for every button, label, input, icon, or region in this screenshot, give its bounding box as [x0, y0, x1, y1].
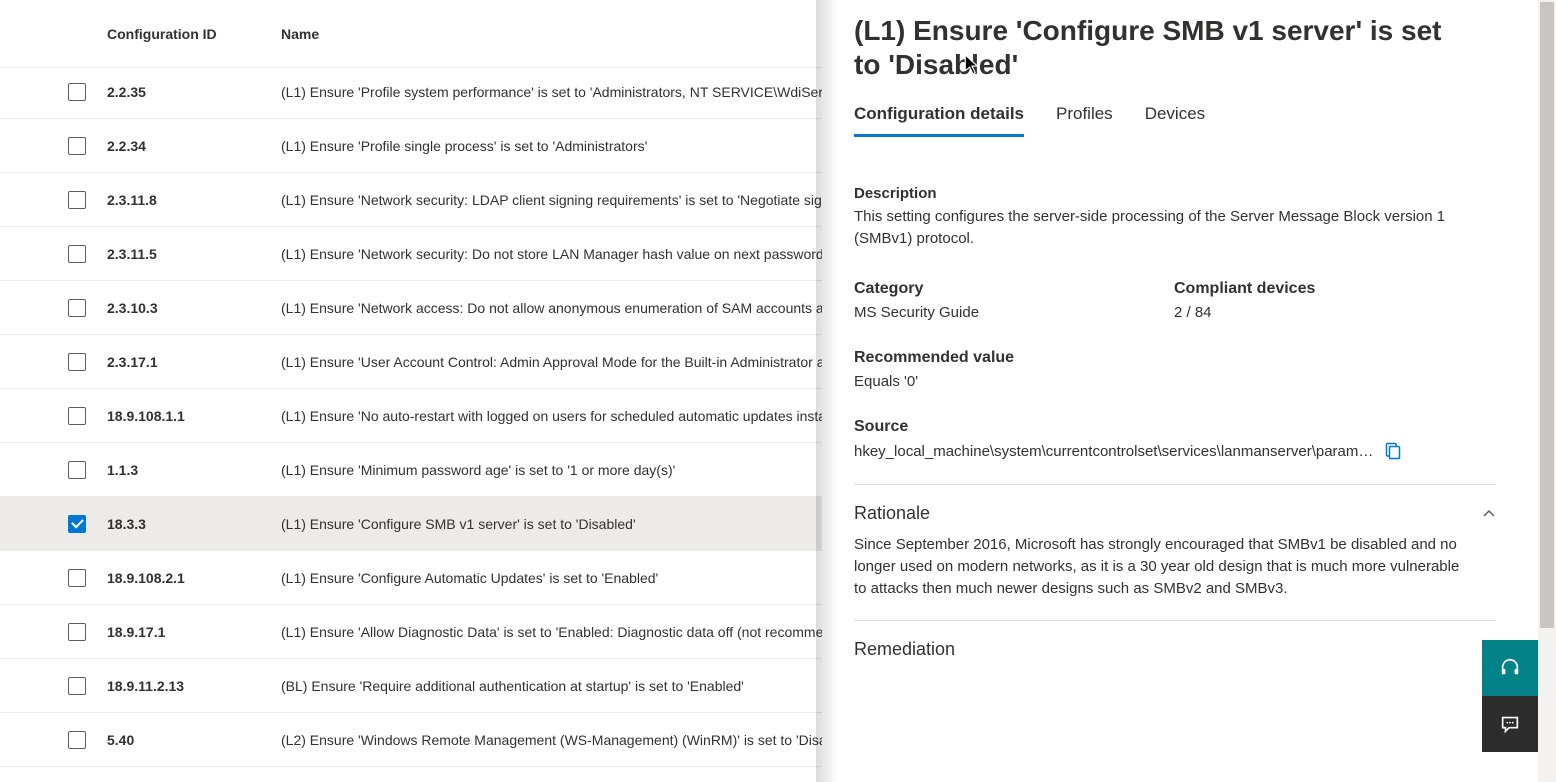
source-label: Source [854, 418, 1494, 436]
compliant-devices-value: 2 / 84 [1174, 304, 1494, 321]
configuration-name: (L1) Ensure 'Minimum password age' is se… [281, 462, 822, 478]
configuration-name: (L1) Ensure 'No auto-restart with logged… [281, 408, 822, 424]
table-row[interactable]: 18.9.11.2.13(BL) Ensure 'Require additio… [0, 659, 822, 713]
configuration-id: 18.9.11.2.13 [107, 678, 281, 694]
configuration-id: 18.9.17.1 [107, 624, 281, 640]
configuration-name: (L1) Ensure 'Profile system performance'… [281, 84, 822, 100]
recommended-value: Equals '0' [854, 373, 1496, 390]
tab-devices[interactable]: Devices [1145, 104, 1205, 137]
row-checkbox[interactable] [68, 731, 86, 749]
category-label: Category [854, 280, 1174, 298]
configuration-name: (L2) Ensure 'Windows Remote Management (… [281, 732, 822, 748]
configuration-id: 2.3.11.8 [107, 192, 281, 208]
table-row[interactable]: 2.3.11.8(L1) Ensure 'Network security: L… [0, 173, 822, 227]
row-checkbox[interactable] [68, 461, 86, 479]
table-row[interactable]: 2.3.10.3(L1) Ensure 'Network access: Do … [0, 281, 822, 335]
configuration-id: 2.3.11.5 [107, 246, 281, 262]
tab-configuration-details[interactable]: Configuration details [854, 104, 1024, 137]
row-checkbox[interactable] [68, 407, 86, 425]
row-checkbox[interactable] [68, 137, 86, 155]
configuration-name: (L1) Ensure 'Configure Automatic Updates… [281, 570, 822, 586]
remediation-label: Remediation [854, 639, 955, 660]
table-row[interactable]: 1.1.3(L1) Ensure 'Minimum password age' … [0, 443, 822, 497]
table-row[interactable]: 18.3.3(L1) Ensure 'Configure SMB v1 serv… [0, 497, 822, 551]
row-checkbox[interactable] [68, 623, 86, 641]
configuration-id: 18.9.108.1.1 [107, 408, 281, 424]
recommended-value-label: Recommended value [854, 349, 1496, 367]
copy-icon[interactable] [1385, 442, 1401, 460]
table-row[interactable]: 18.9.17.1(L1) Ensure 'Allow Diagnostic D… [0, 605, 822, 659]
rationale-label: Rationale [854, 503, 930, 524]
scrollbar[interactable] [1538, 0, 1556, 782]
chevron-up-icon [1482, 507, 1496, 521]
row-checkbox[interactable] [68, 83, 86, 101]
configuration-name: (L1) Ensure 'User Account Control: Admin… [281, 354, 822, 370]
table-row[interactable]: 2.2.34(L1) Ensure 'Profile single proces… [0, 119, 822, 173]
category-value: MS Security Guide [854, 304, 1174, 321]
row-checkbox[interactable] [68, 515, 86, 533]
table-row[interactable]: 2.3.17.1(L1) Ensure 'User Account Contro… [0, 335, 822, 389]
row-checkbox[interactable] [68, 677, 86, 695]
configuration-id: 2.3.17.1 [107, 354, 281, 370]
row-checkbox[interactable] [68, 299, 86, 317]
configuration-name: (L1) Ensure 'Network security: LDAP clie… [281, 192, 822, 208]
detail-title: (L1) Ensure 'Configure SMB v1 server' is… [854, 14, 1474, 82]
compliant-devices-label: Compliant devices [1174, 280, 1494, 298]
detail-tabs: Configuration details Profiles Devices [854, 104, 1496, 137]
configuration-name: (L1) Ensure 'Allow Diagnostic Data' is s… [281, 624, 822, 640]
table-row[interactable]: 2.2.35(L1) Ensure 'Profile system perfor… [0, 65, 822, 119]
row-checkbox[interactable] [68, 245, 86, 263]
configuration-id: 2.3.10.3 [107, 300, 281, 316]
configuration-id: 18.9.108.2.1 [107, 570, 281, 586]
configuration-name: (L1) Ensure 'Profile single process' is … [281, 138, 822, 154]
scrollbar-thumb[interactable] [1540, 2, 1554, 628]
column-header-name[interactable]: Name [281, 26, 822, 42]
feedback-button[interactable] [1482, 696, 1538, 752]
configuration-name: (L1) Ensure 'Network access: Do not allo… [281, 300, 822, 316]
source-value: hkey_local_machine\system\currentcontrol… [854, 443, 1373, 460]
row-checkbox[interactable] [68, 353, 86, 371]
rationale-accordion-header[interactable]: Rationale [854, 485, 1496, 534]
remediation-accordion-header[interactable]: Remediation [854, 621, 1496, 670]
configuration-name: (BL) Ensure 'Require additional authenti… [281, 678, 822, 694]
description-text: This setting configures the server-side … [854, 206, 1474, 250]
configuration-id: 18.3.3 [107, 516, 281, 532]
configuration-id: 2.2.35 [107, 84, 281, 100]
row-checkbox[interactable] [68, 569, 86, 587]
row-checkbox[interactable] [68, 191, 86, 209]
table-row[interactable]: 5.40(L2) Ensure 'Windows Remote Manageme… [0, 713, 822, 767]
configuration-id: 1.1.3 [107, 462, 281, 478]
table-row[interactable]: 2.3.11.5(L1) Ensure 'Network security: D… [0, 227, 822, 281]
configuration-name: (L1) Ensure 'Configure SMB v1 server' is… [281, 516, 822, 532]
table-row[interactable]: 18.9.108.1.1(L1) Ensure 'No auto-restart… [0, 389, 822, 443]
configuration-id: 2.2.34 [107, 138, 281, 154]
table-row[interactable]: 18.9.108.2.1(L1) Ensure 'Configure Autom… [0, 551, 822, 605]
description-label: Description [854, 185, 1474, 202]
table-header: Configuration ID Name [0, 0, 822, 68]
configuration-name: (L1) Ensure 'Network security: Do not st… [281, 246, 822, 262]
rationale-text: Since September 2016, Microsoft has stro… [854, 534, 1474, 620]
configuration-id: 5.40 [107, 732, 281, 748]
support-button[interactable] [1482, 640, 1538, 696]
column-header-configuration-id[interactable]: Configuration ID [107, 26, 281, 42]
detail-panel: (L1) Ensure 'Configure SMB v1 server' is… [836, 0, 1536, 782]
tab-profiles[interactable]: Profiles [1056, 104, 1113, 137]
